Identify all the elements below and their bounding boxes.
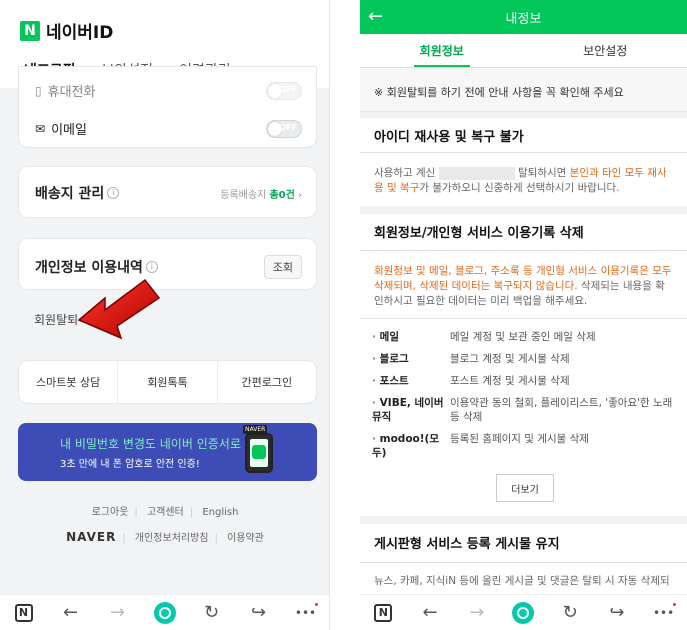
chevron-right-icon: › xyxy=(298,189,302,201)
help-center-link[interactable]: 고객센터 xyxy=(147,507,184,518)
logout-link[interactable]: 로그아웃 xyxy=(92,507,129,518)
phone-row: ▯ 휴대전화 OFF xyxy=(35,81,302,100)
withdraw-link[interactable]: 회원탈퇴 xyxy=(34,311,78,328)
phone-certificate-icon: NAVER xyxy=(243,425,273,473)
forward-arrow-icon[interactable]: → xyxy=(465,601,489,625)
refresh-icon[interactable]: ↻ xyxy=(558,601,582,625)
back-arrow-icon[interactable]: ← xyxy=(59,601,83,625)
more-icon[interactable]: ••• xyxy=(294,601,318,625)
right-panel-withdraw-info: ← 내정보 회원정보 보안설정 ※ 회원탈퇴를 하기 전에 안내 사항을 꼭 확… xyxy=(360,0,687,630)
refresh-icon[interactable]: ↻ xyxy=(200,601,224,625)
info-icon[interactable]: i xyxy=(107,187,120,199)
naver-home-icon[interactable]: N xyxy=(12,601,36,625)
footer-links: 로그아웃 | 고객센터 | English xyxy=(91,507,239,518)
blurred-id xyxy=(438,166,515,180)
divider xyxy=(360,318,687,319)
easy-login-link[interactable]: 간편로그인 xyxy=(218,361,316,403)
shipping-row: 배송지 관리 i 등록배송지 총0건 › xyxy=(35,183,302,203)
tab-member-info[interactable]: 회원정보 xyxy=(360,34,524,67)
section2-title: 회원정보/개인형 서비스 이용기록 삭제 xyxy=(374,226,584,241)
naver-home-icon[interactable]: N xyxy=(371,601,395,625)
page-title: 내정보 xyxy=(505,12,542,27)
section3-title: 게시판형 서비스 등록 게시물 유지 xyxy=(374,537,560,552)
smartbot-link[interactable]: 스마트봇 상담 xyxy=(19,361,119,403)
info-icon[interactable]: i xyxy=(145,261,158,273)
privacy-card: 개인정보 이용내역 i 조회 xyxy=(18,238,317,290)
phone-label: 휴대전화 xyxy=(47,85,96,100)
shipping-meta: 등록배송지 총0건 › xyxy=(220,189,302,201)
share-icon[interactable]: ↪ xyxy=(605,601,629,625)
shipping-title: 배송지 관리 xyxy=(35,186,105,202)
shipping-count: 총0건 xyxy=(269,189,295,201)
naver-id-logo[interactable]: N 네이버ID xyxy=(20,18,113,43)
privacy-view-button[interactable]: 조회 xyxy=(263,255,302,279)
section1-title: 아이디 재사용 및 복구 불가 xyxy=(374,130,524,145)
phone-icon: ▯ xyxy=(35,83,42,98)
info-tabs: 회원정보 보안설정 xyxy=(360,34,687,68)
certificate-banner[interactable]: 내 비밀번호 변경도 네이버 인증서로 3초 만에 내 폰 암호로 안전 인증!… xyxy=(18,423,317,481)
contact-card: ▯ 휴대전화 OFF ✉ 이메일 OFF xyxy=(18,66,317,148)
phone-toggle[interactable]: OFF xyxy=(266,81,302,100)
divider xyxy=(360,152,687,153)
divider xyxy=(360,112,687,118)
footer-legal: NAVER | 개인정보처리방침 | 이용약관 xyxy=(66,530,264,544)
list-item: 포스트포스트 계정 및 게시물 삭제 xyxy=(372,374,677,388)
right-bottom-nav: N ← → ↻ ↪ ••• xyxy=(360,594,687,630)
list-item: modoo!(모두)등록된 홈페이지 및 게시물 삭제 xyxy=(372,432,677,460)
email-toggle[interactable]: OFF xyxy=(266,119,302,138)
terms-link[interactable]: 이용약관 xyxy=(227,533,264,544)
more-button[interactable]: 더보기 xyxy=(496,474,554,502)
privacy-title: 개인정보 이용내역 xyxy=(35,260,143,276)
member-talk-link[interactable]: 회원톡톡 xyxy=(118,361,218,403)
email-row: ✉ 이메일 OFF xyxy=(35,119,302,138)
left-bottom-nav: N ← → ↻ ↪ ••• xyxy=(0,594,329,630)
section2-text: 회원정보 및 메일, 블로그, 주소록 등 개인형 서비스 이용기록은 모두 삭… xyxy=(374,265,672,307)
divider xyxy=(360,562,687,563)
divider xyxy=(360,206,687,214)
left-panel-naver-profile: N 네이버ID 내프로필 보안설정 이력관리 ▯ 휴대전화 OFF ✉ 이메일 … xyxy=(0,0,330,630)
green-dot-icon[interactable] xyxy=(511,601,535,625)
logo-text: 네이버ID xyxy=(46,23,114,43)
naver-brand: NAVER xyxy=(66,530,117,544)
list-item: 메일메일 계정 및 보관 중인 메일 삭제 xyxy=(372,330,677,344)
red-arrow-annotation-icon xyxy=(77,278,161,340)
tab-security-settings[interactable]: 보안설정 xyxy=(524,34,687,67)
privacy-policy-link[interactable]: 개인정보처리방침 xyxy=(135,533,209,544)
list-item: VIBE, 네이버뮤직이용약관 동의 철회, 플레이리스트, '좋아요'한 노래… xyxy=(372,396,677,424)
more-icon[interactable]: ••• xyxy=(652,601,676,625)
divider xyxy=(360,250,687,251)
naver-n-logo-icon: N xyxy=(20,20,40,41)
section1-text: 사용하고 계신 탈퇴하시면 본인과 타인 모두 재사용 및 복구가 불가하오니 … xyxy=(374,166,667,194)
banner-line2: 3초 만에 내 폰 암호로 안전 인증! xyxy=(60,459,200,470)
share-icon[interactable]: ↪ xyxy=(247,601,271,625)
banner-line1: 내 비밀번호 변경도 네이버 인증서로 xyxy=(60,437,241,451)
quick-links: 스마트봇 상담 회원톡톡 간편로그인 xyxy=(18,360,317,404)
mail-icon: ✉ xyxy=(35,121,46,136)
shipping-card[interactable]: 배송지 관리 i 등록배송지 총0건 › xyxy=(18,166,317,218)
screenshot-root: N 네이버ID 내프로필 보안설정 이력관리 ▯ 휴대전화 OFF ✉ 이메일 … xyxy=(0,0,687,630)
divider xyxy=(360,516,687,524)
notice-text: ※ 회원탈퇴를 하기 전에 안내 사항을 꼭 확인해 주세요 xyxy=(360,68,687,112)
right-header: ← 내정보 xyxy=(360,0,687,34)
green-dot-icon[interactable] xyxy=(153,601,177,625)
english-link[interactable]: English xyxy=(202,507,238,518)
back-arrow-icon[interactable]: ← xyxy=(418,601,442,625)
forward-arrow-icon[interactable]: → xyxy=(106,601,130,625)
deleted-services-list: 메일메일 계정 및 보관 중인 메일 삭제 블로그블로그 계정 및 게시물 삭제… xyxy=(372,330,677,468)
section3-text: 뉴스, 카페, 지식iN 등에 올린 게시글 및 댓글은 탈퇴 시 자동 삭제되 xyxy=(374,575,670,587)
list-item: 블로그블로그 계정 및 게시물 삭제 xyxy=(372,352,677,366)
email-label: 이메일 xyxy=(51,123,87,138)
